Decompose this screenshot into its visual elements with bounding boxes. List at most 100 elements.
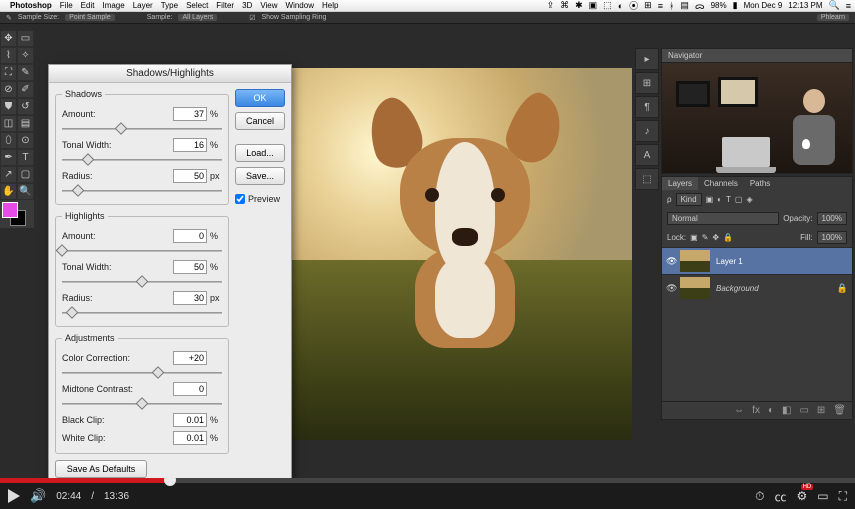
menu-view[interactable]: View bbox=[260, 1, 277, 10]
status-icon[interactable]: ⊞ bbox=[644, 0, 652, 11]
play-button[interactable] bbox=[8, 489, 20, 503]
show-sampling-ring-checkbox[interactable]: ☑ bbox=[249, 14, 255, 22]
status-icon[interactable]: ▣ bbox=[589, 0, 598, 11]
seek-bar[interactable] bbox=[0, 478, 855, 483]
highlights-amount-input[interactable] bbox=[173, 229, 207, 243]
path-tool[interactable]: ↗ bbox=[0, 166, 17, 183]
menu-file[interactable]: File bbox=[60, 1, 73, 10]
visibility-icon[interactable]: 👁 bbox=[666, 283, 680, 294]
cancel-button[interactable]: Cancel bbox=[235, 112, 285, 130]
shadows-radius-input[interactable] bbox=[173, 169, 207, 183]
zoom-tool[interactable]: 🔍 bbox=[17, 183, 34, 200]
hand-tool[interactable]: ✋ bbox=[0, 183, 17, 200]
menu-3d[interactable]: 3D bbox=[242, 1, 252, 10]
menu-select[interactable]: Select bbox=[186, 1, 208, 10]
spotlight-icon[interactable]: 🔍 bbox=[829, 0, 840, 11]
panel-button[interactable]: ⬚ bbox=[635, 168, 659, 190]
tab-paths[interactable]: Paths bbox=[744, 177, 776, 190]
tool-eyedropper-icon[interactable]: ✎ bbox=[6, 14, 12, 22]
lock-icon[interactable]: ✎ bbox=[702, 233, 709, 242]
panel-button[interactable]: ♪ bbox=[635, 120, 659, 142]
status-icon[interactable]: ✱ bbox=[575, 0, 583, 11]
volume-icon[interactable]: ᯅ bbox=[695, 0, 705, 12]
visibility-icon[interactable]: 👁 bbox=[666, 256, 680, 267]
layer-row[interactable]: 👁 Layer 1 bbox=[662, 247, 852, 274]
midtone-contrast-input[interactable] bbox=[173, 382, 207, 396]
battery-icon[interactable]: ▮ bbox=[733, 0, 738, 11]
menu-type[interactable]: Type bbox=[161, 1, 178, 10]
filter-icon[interactable]: ◐ bbox=[717, 195, 722, 204]
app-name[interactable]: Photoshop bbox=[10, 1, 52, 10]
shadows-tonal-input[interactable] bbox=[173, 138, 207, 152]
filter-icon[interactable]: ▢ bbox=[735, 195, 743, 204]
tab-layers[interactable]: Layers bbox=[662, 177, 698, 190]
mask-icon[interactable]: ◐ bbox=[768, 405, 774, 416]
lock-icon[interactable]: 🔒 bbox=[723, 233, 733, 242]
bluetooth-icon[interactable]: ᚼ bbox=[669, 1, 674, 11]
history-brush-tool[interactable]: ↺ bbox=[17, 98, 34, 115]
blend-mode-select[interactable]: Normal bbox=[667, 212, 779, 225]
midtone-contrast-slider[interactable] bbox=[62, 399, 222, 409]
captions-icon[interactable]: ㏄ bbox=[774, 488, 786, 505]
blur-tool[interactable]: ⬯ bbox=[0, 132, 17, 149]
layer-thumb[interactable] bbox=[680, 250, 710, 272]
highlights-tonal-input[interactable] bbox=[173, 260, 207, 274]
status-icon[interactable]: ⬚ bbox=[603, 0, 612, 11]
panel-button[interactable]: A bbox=[635, 144, 659, 166]
layer-row[interactable]: 👁 Background 🔒 bbox=[662, 274, 852, 301]
color-swatches[interactable] bbox=[0, 200, 34, 228]
theater-icon[interactable]: ▭ bbox=[817, 489, 828, 503]
shadows-amount-slider[interactable] bbox=[62, 124, 222, 134]
filter-icon[interactable]: ▣ bbox=[706, 195, 714, 204]
document-canvas[interactable] bbox=[290, 68, 632, 440]
shadows-tonal-slider[interactable] bbox=[62, 155, 222, 165]
tab-channels[interactable]: Channels bbox=[698, 177, 744, 190]
save-as-defaults-button[interactable]: Save As Defaults bbox=[55, 460, 147, 478]
new-layer-icon[interactable]: ⊞ bbox=[817, 405, 825, 416]
status-icon[interactable]: ≡ bbox=[658, 1, 663, 11]
highlights-radius-input[interactable] bbox=[173, 291, 207, 305]
heal-tool[interactable]: ⊘ bbox=[0, 81, 17, 98]
layer-name[interactable]: Background bbox=[716, 284, 759, 293]
navigator-thumb[interactable] bbox=[662, 63, 852, 173]
fullscreen-icon[interactable]: ⛶ bbox=[839, 489, 847, 504]
dodge-tool[interactable]: ⊙ bbox=[17, 132, 34, 149]
menu-help[interactable]: Help bbox=[322, 1, 338, 10]
panel-button[interactable]: ¶ bbox=[635, 96, 659, 118]
menu-window[interactable]: Window bbox=[286, 1, 314, 10]
stamp-tool[interactable]: ⛊ bbox=[0, 98, 17, 115]
lock-icon[interactable]: ▣ bbox=[690, 233, 698, 242]
seek-knob[interactable] bbox=[164, 474, 176, 486]
layer-thumb[interactable] bbox=[680, 277, 710, 299]
color-correction-slider[interactable] bbox=[62, 368, 222, 378]
watch-later-icon[interactable]: ⏱ bbox=[755, 489, 764, 504]
load-button[interactable]: Load... bbox=[235, 144, 285, 162]
sample-size-select[interactable]: Point Sample bbox=[65, 14, 115, 21]
adjustment-icon[interactable]: ◧ bbox=[782, 405, 791, 416]
settings-icon[interactable]: ⚙HD bbox=[796, 489, 807, 503]
black-clip-input[interactable] bbox=[173, 413, 207, 427]
filter-icon[interactable]: ◈ bbox=[746, 195, 752, 204]
lock-icon[interactable]: ✥ bbox=[712, 233, 719, 242]
foreground-color[interactable] bbox=[2, 202, 18, 218]
highlights-radius-slider[interactable] bbox=[62, 308, 222, 318]
pen-tool[interactable]: ✒ bbox=[0, 149, 17, 166]
status-icon[interactable]: ⌘ bbox=[560, 0, 569, 11]
crop-tool[interactable]: ⛶ bbox=[0, 64, 17, 81]
sample-select[interactable]: All Layers bbox=[178, 14, 217, 21]
layer-name[interactable]: Layer 1 bbox=[716, 257, 743, 266]
brush-tool[interactable]: ✐ bbox=[17, 81, 34, 98]
menu-edit[interactable]: Edit bbox=[81, 1, 95, 10]
eraser-tool[interactable]: ◫ bbox=[0, 115, 17, 132]
status-icon[interactable]: ⦿ bbox=[629, 0, 638, 12]
opacity-input[interactable]: 100% bbox=[817, 212, 847, 225]
eyedropper-tool[interactable]: ✎ bbox=[17, 64, 34, 81]
fill-input[interactable]: 100% bbox=[817, 231, 847, 244]
clock[interactable]: 12:13 PM bbox=[788, 1, 822, 10]
highlights-amount-slider[interactable] bbox=[62, 246, 222, 256]
navigator-title[interactable]: Navigator bbox=[662, 49, 852, 63]
white-clip-input[interactable] bbox=[173, 431, 207, 445]
menu-image[interactable]: Image bbox=[102, 1, 124, 10]
status-icon[interactable]: ⇪ bbox=[547, 0, 555, 11]
group-icon[interactable]: ▭ bbox=[799, 405, 808, 416]
